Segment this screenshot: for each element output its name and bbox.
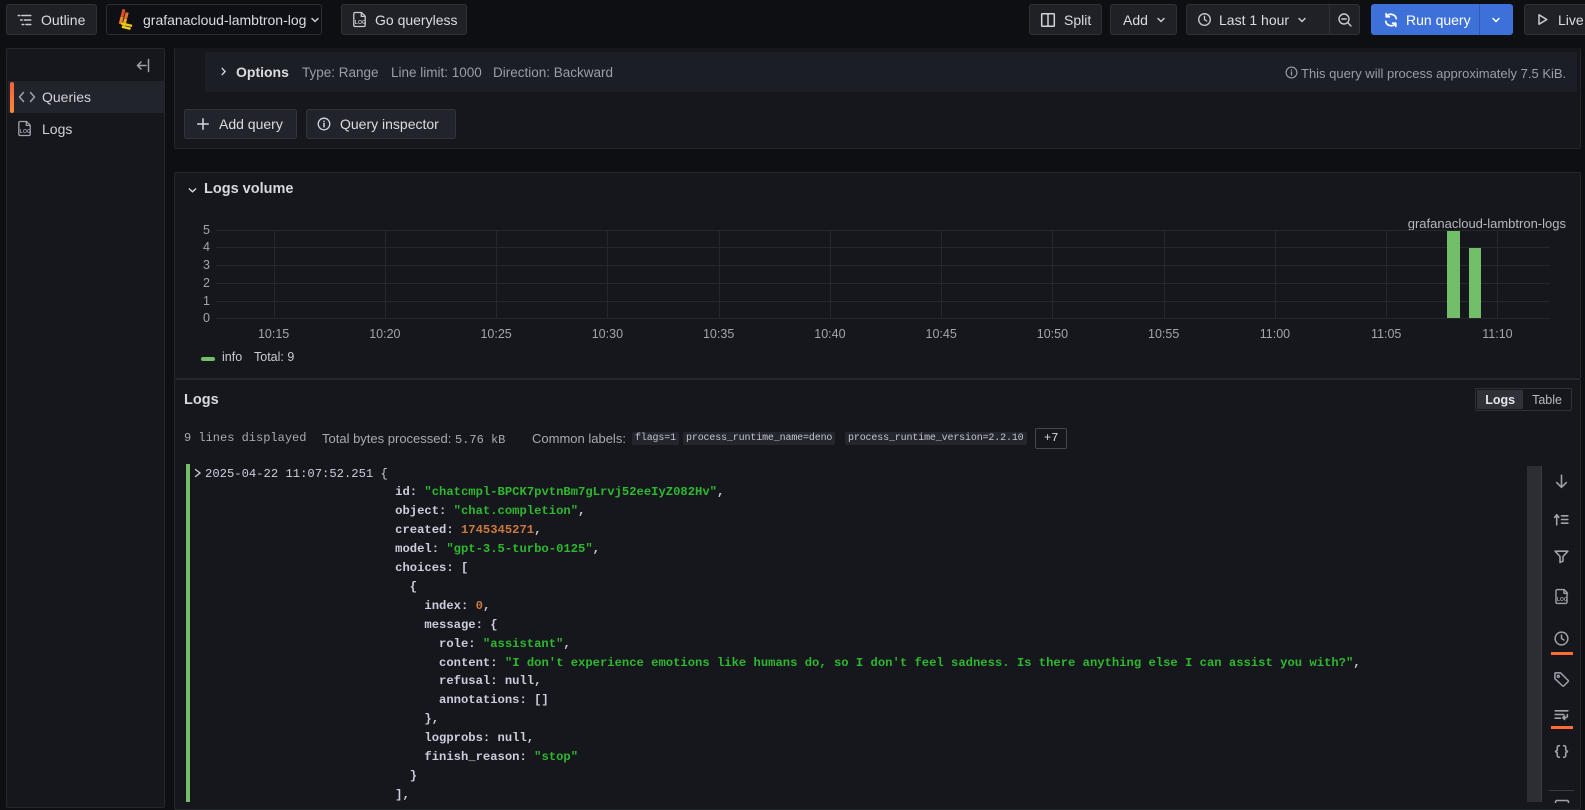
svg-text:LOG: LOG: [1557, 596, 1568, 602]
svg-text:LOG: LOG: [355, 20, 366, 26]
svg-text:LOG: LOG: [20, 129, 31, 135]
